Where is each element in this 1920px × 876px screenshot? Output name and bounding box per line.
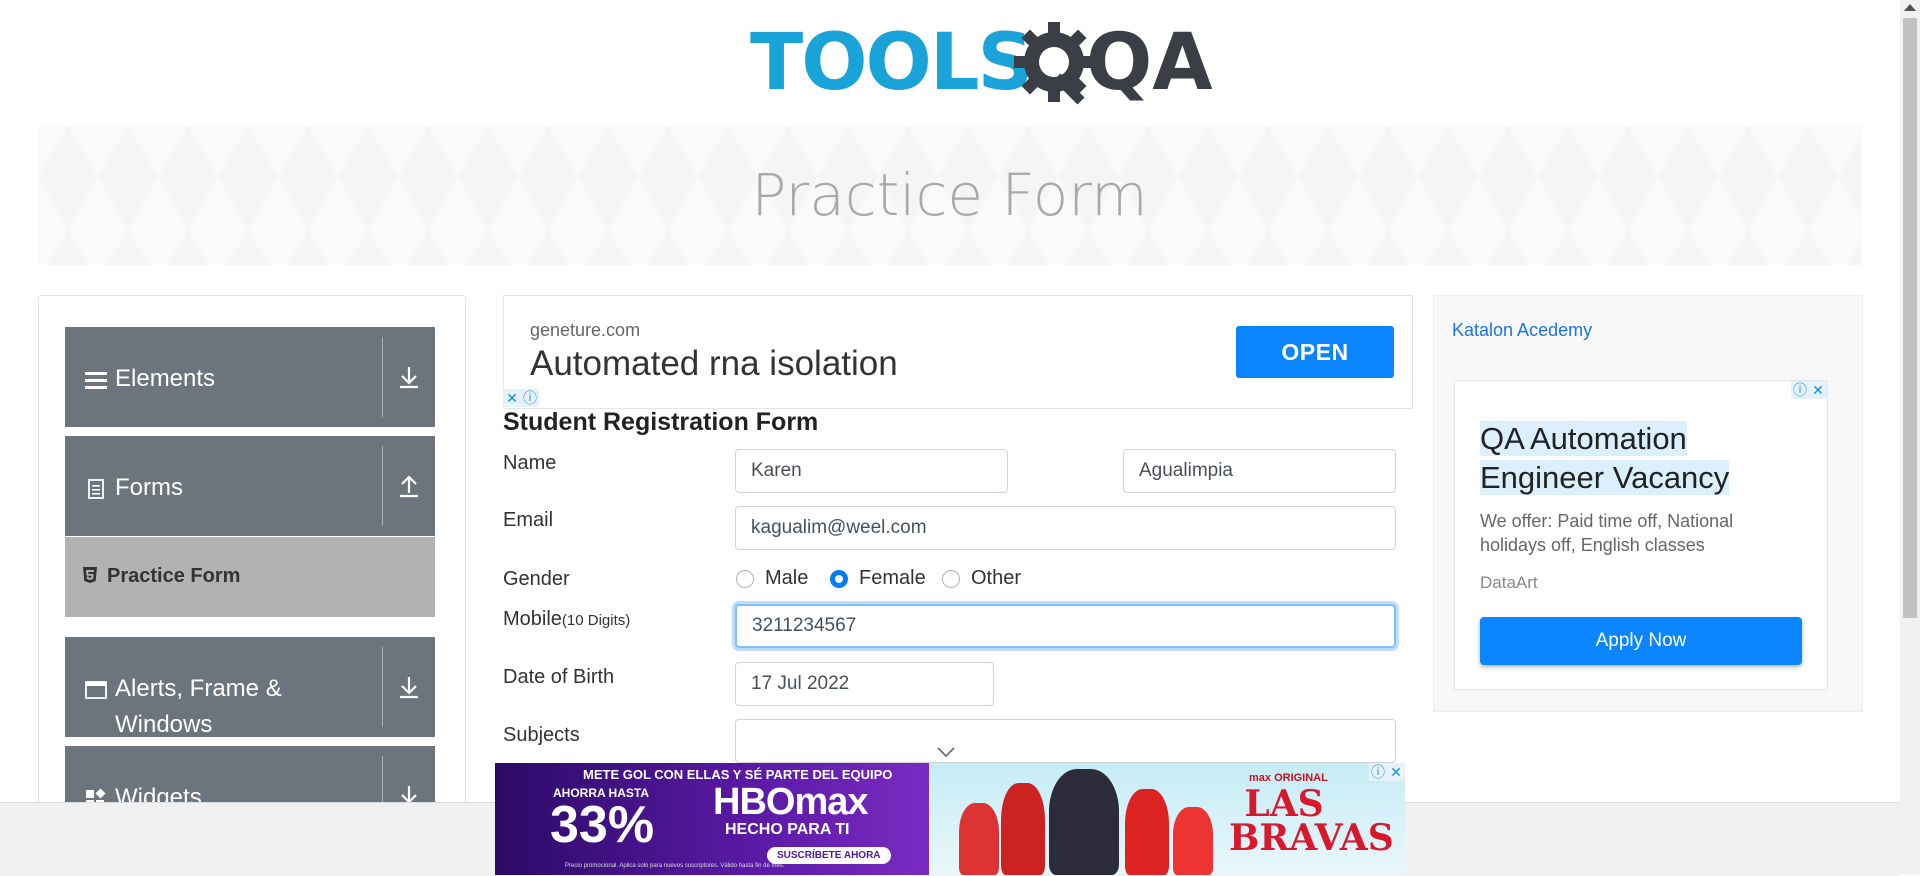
label-line-1: Alerts, Frame & — [115, 675, 282, 702]
page-title: Practice Form — [751, 161, 1148, 229]
subjects-input[interactable] — [735, 719, 1396, 763]
ad-show-panel[interactable]: max ORIGINAL LAS BRAVAS — [929, 763, 1405, 875]
subscribe-button[interactable]: SUSCRÍBETE AHORA — [767, 847, 891, 864]
last-name-input[interactable] — [1123, 449, 1396, 493]
hbomax-logo: HBOmax — [713, 781, 868, 823]
ad-domain: geneture.com — [530, 320, 641, 340]
page-banner: Practice Form — [38, 125, 1861, 265]
mobile-label-text: Mobile — [503, 608, 562, 630]
ad-card[interactable]: ⓘ ✕ QA Automation Engineer Vacancy We of… — [1454, 380, 1828, 690]
hamburger-icon — [85, 369, 107, 391]
scroll-up-arrow-icon[interactable] — [1904, 4, 1916, 11]
radio-button[interactable] — [736, 569, 754, 588]
chevron-down-icon[interactable] — [936, 746, 956, 758]
sidebar: Elements Forms Practice Form Alerts, Fra… — [38, 295, 466, 857]
ad-discount: 33% — [550, 796, 655, 854]
ad-advertiser: DataArt — [1480, 573, 1538, 592]
vertical-scrollbar[interactable] — [1900, 0, 1920, 875]
info-icon[interactable]: ⓘ — [521, 389, 539, 407]
ad-show-title: LAS BRAVAS — [1229, 783, 1394, 859]
dob-label: Date of Birth — [503, 666, 615, 688]
info-icon[interactable]: ⓘ — [1369, 763, 1387, 781]
download-arrow-icon[interactable] — [395, 363, 423, 391]
upload-arrow-icon[interactable] — [395, 472, 423, 500]
ad-headline-text[interactable]: QA Automation Engineer Vacancy — [1480, 421, 1730, 495]
mobile-label: Mobile(10 Digits) — [503, 608, 630, 631]
logo-text-tools: TOOLS — [750, 18, 1034, 108]
ad-headline[interactable]: QA Automation Engineer Vacancy — [1480, 419, 1780, 497]
ad-person-image — [1125, 789, 1169, 875]
sidebar-group-alerts[interactable]: Alerts, Frame & Windows — [65, 637, 435, 738]
document-icon — [85, 478, 107, 500]
sidebar-group-forms[interactable]: Forms — [65, 436, 435, 536]
date-of-birth-input[interactable] — [735, 662, 994, 706]
gender-radio-female[interactable]: Female — [830, 567, 926, 590]
mobile-input[interactable] — [735, 604, 1396, 648]
ad-banner-top[interactable]: geneture.com Automated rna isolation OPE… — [503, 295, 1413, 409]
ad-banner-bottom[interactable]: METE GOL CON ELLAS Y SÉ PARTE DEL EQUIPO… — [495, 763, 1405, 875]
sidebar-group-label: Elements — [115, 365, 216, 392]
radio-label[interactable]: Female — [859, 567, 926, 590]
divider — [382, 446, 383, 526]
email-input[interactable] — [735, 506, 1396, 550]
close-icon[interactable]: ✕ — [1809, 381, 1827, 399]
apply-now-button[interactable]: Apply Now — [1480, 617, 1802, 665]
close-icon[interactable]: ✕ — [1387, 763, 1405, 781]
gender-radio-male[interactable]: Male — [736, 567, 808, 590]
ad-choices[interactable]: ✕ ⓘ — [503, 389, 539, 407]
scroll-thumb[interactable] — [1903, 18, 1917, 618]
divider — [382, 647, 383, 727]
sidebar-item-practice-form[interactable]: Practice Form — [65, 537, 435, 617]
gender-label: Gender — [503, 568, 570, 590]
divider — [382, 337, 383, 417]
ad-sidebar-right: Katalon Acedemy ⓘ ✕ QA Automation Engine… — [1433, 295, 1863, 712]
info-icon[interactable]: ⓘ — [1791, 381, 1809, 399]
ad-person-image — [1049, 769, 1119, 875]
ad-person-image — [1001, 783, 1045, 875]
ad-fine-print: Precio promocional. Aplica solo para nue… — [565, 863, 785, 869]
gender-radio-other[interactable]: Other — [942, 567, 1021, 590]
radio-label[interactable]: Other — [971, 567, 1021, 590]
ad-choices[interactable]: ⓘ ✕ — [1791, 381, 1827, 399]
ad-tagline: METE GOL CON ELLAS Y SÉ PARTE DEL EQUIPO — [583, 767, 893, 782]
ad-subtitle: HECHO PARA TI — [725, 821, 850, 838]
mobile-hint: (10 Digits) — [561, 612, 631, 629]
ad-choices[interactable]: ⓘ ✕ — [1369, 763, 1405, 781]
download-arrow-icon[interactable] — [395, 673, 423, 701]
sidebar-group-elements[interactable]: Elements — [65, 327, 435, 427]
sidebar-item-label: Practice Form — [107, 565, 241, 587]
toolsqa-logo[interactable]: TOOLS QA — [750, 18, 1213, 114]
html5-icon — [83, 567, 97, 588]
close-icon[interactable]: ✕ — [503, 389, 521, 407]
email-label: Email — [503, 509, 554, 531]
sidebar-group-label: Forms — [115, 474, 183, 501]
ad-person-image — [959, 803, 999, 875]
radio-button-checked[interactable] — [830, 569, 848, 588]
ad-description: We offer: Paid time off, National holida… — [1480, 511, 1734, 555]
form-title: Student Registration Form — [503, 408, 819, 436]
logo-text-qa: QA — [1086, 18, 1213, 108]
first-name-input[interactable] — [735, 449, 1008, 493]
radio-button[interactable] — [942, 569, 960, 588]
katalon-academy-image-link[interactable]: Katalon Acedemy — [1452, 320, 1592, 341]
ad-open-button[interactable]: OPEN — [1236, 326, 1394, 378]
sidebar-group-label: Alerts, Frame & Windows — [115, 671, 282, 743]
ad-headline[interactable]: Automated rna isolation — [530, 344, 898, 384]
subjects-label: Subjects — [503, 724, 580, 746]
ad-person-image — [1173, 807, 1213, 875]
ad-promo-panel[interactable]: METE GOL CON ELLAS Y SÉ PARTE DEL EQUIPO… — [495, 763, 929, 875]
label-line-2: Windows — [115, 711, 213, 738]
window-icon — [85, 679, 107, 701]
name-label: Name — [503, 452, 557, 474]
radio-label[interactable]: Male — [765, 567, 808, 590]
